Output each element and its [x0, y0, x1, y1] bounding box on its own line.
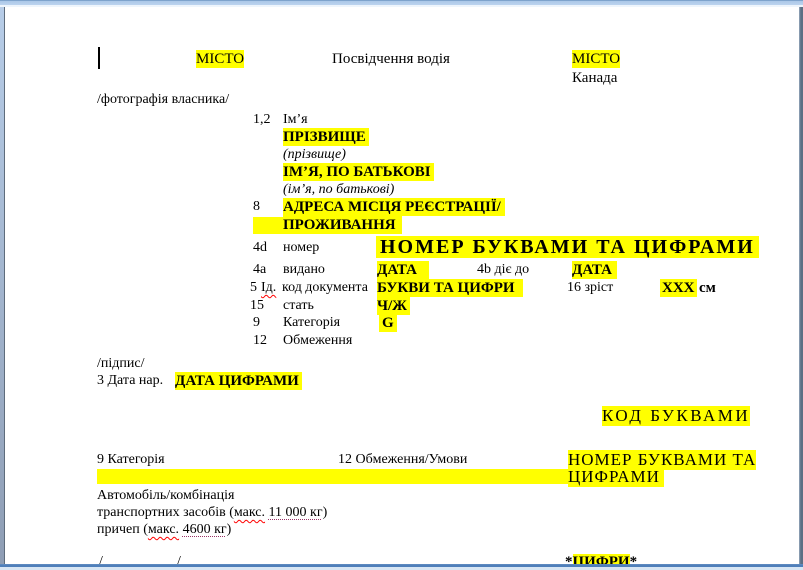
- surname-caption: (прізвище): [283, 147, 346, 162]
- surname-placeholder: ПРІЗВИЩЕ: [283, 128, 369, 146]
- height-placeholder: XXX: [660, 279, 697, 297]
- name-field-label: Ім’я: [283, 112, 308, 127]
- vehicle-weight-smarttag: 11 000 кг: [268, 505, 323, 520]
- licence-number-placeholder: НОМЕР БУКВАМИ ТА ЦИФРАМИ: [376, 236, 759, 258]
- window-border-top: [0, 0, 803, 7]
- valid-until-label: 4b діє до: [477, 262, 530, 277]
- trailer-text: причеп (: [97, 522, 148, 537]
- back-restrictions-label: 12 Обмеження/Умови: [338, 452, 468, 467]
- sex-placeholder: Ч/Ж: [377, 297, 411, 315]
- issued-date-placeholder: ДАТА: [377, 261, 429, 279]
- vehicle-maks-misspelled: макс.: [233, 505, 266, 520]
- doccode-field-label: код документа: [282, 280, 368, 295]
- city-right-placeholder: МІСТО: [572, 50, 621, 68]
- number-field-number: 4d: [253, 240, 267, 255]
- given-name-caption: (ім’я, по батькові): [283, 182, 395, 197]
- back-number-placeholder-line2: ЦИФРАМИ: [568, 467, 664, 488]
- trailer-maks-misspelled: макс.: [147, 522, 180, 537]
- vehicle-combo-line1: Автомобіль/комбінація: [97, 488, 235, 503]
- birthdate-placeholder: ДАТА ЦИФРАМИ: [175, 372, 302, 390]
- text-cursor: [98, 47, 100, 69]
- vehicle-close-paren: ): [322, 505, 328, 520]
- signature-placeholder: /підпис/: [97, 356, 145, 371]
- back-category-label: 9 Категорія: [97, 452, 165, 467]
- sex-field-number: 15: [250, 298, 264, 313]
- doccode-placeholder: БУКВИ ТА ЦИФРИ: [377, 279, 523, 297]
- sex-field-label: стать: [283, 298, 314, 313]
- word-window: МІСТО Посвідчення водія МІСТО Канада /фо…: [0, 0, 803, 570]
- valid-date-placeholder: ДАТА: [572, 261, 617, 279]
- address-placeholder-line1: АДРЕСА МІСЦЯ РЕЄСТРАЦІЇ/: [283, 198, 505, 216]
- category-placeholder: G: [379, 314, 397, 332]
- window-border-right: [799, 7, 803, 570]
- vehicle-combo-line2: транспортних засобів (макс. 11 000 кг): [97, 505, 327, 522]
- photo-placeholder: /фотографія власника/: [97, 92, 230, 107]
- window-border-left: [0, 7, 5, 570]
- birthdate-label: 3 Дата нар.: [97, 373, 164, 388]
- height-field-label: 16 зріст: [567, 280, 614, 295]
- highlight-bar: [97, 469, 568, 484]
- code-letters-placeholder: КОД БУКВАМИ: [602, 406, 751, 427]
- height-unit: см: [699, 280, 716, 296]
- address-field-number: 8: [253, 199, 260, 214]
- given-name-placeholder: ІМ’Я, ПО БАТЬКОВІ: [283, 163, 434, 181]
- trailer-close-paren: ): [226, 522, 232, 537]
- doccode-abbrev-misspelled: Ід.: [261, 280, 277, 295]
- country-label: Канада: [572, 70, 618, 86]
- vehicle-text: транспортних засобів (: [97, 505, 234, 520]
- category-field-number: 9: [253, 315, 260, 330]
- window-border-bottom: [0, 564, 803, 570]
- number-field-label: номер: [283, 240, 320, 255]
- issued-field-label: видано: [283, 262, 325, 277]
- address-indent-highlight: [253, 217, 283, 234]
- restrictions-field-number: 12: [253, 333, 267, 348]
- trailer-weight-smarttag: 4600 кг: [182, 522, 227, 537]
- restrictions-field-label: Обмеження: [283, 333, 353, 348]
- issued-field-number: 4a: [253, 262, 267, 277]
- address-placeholder-line2: ПРОЖИВАННЯ: [283, 216, 402, 234]
- document-title: Посвідчення водія: [332, 51, 450, 67]
- trailer-line: причеп (макс. 4600 кг): [97, 522, 231, 539]
- name-field-number: 1,2: [253, 112, 271, 127]
- city-left-placeholder: МІСТО: [196, 50, 245, 68]
- doccode-field-number: 5: [250, 280, 257, 295]
- category-field-label: Категорія: [283, 315, 341, 330]
